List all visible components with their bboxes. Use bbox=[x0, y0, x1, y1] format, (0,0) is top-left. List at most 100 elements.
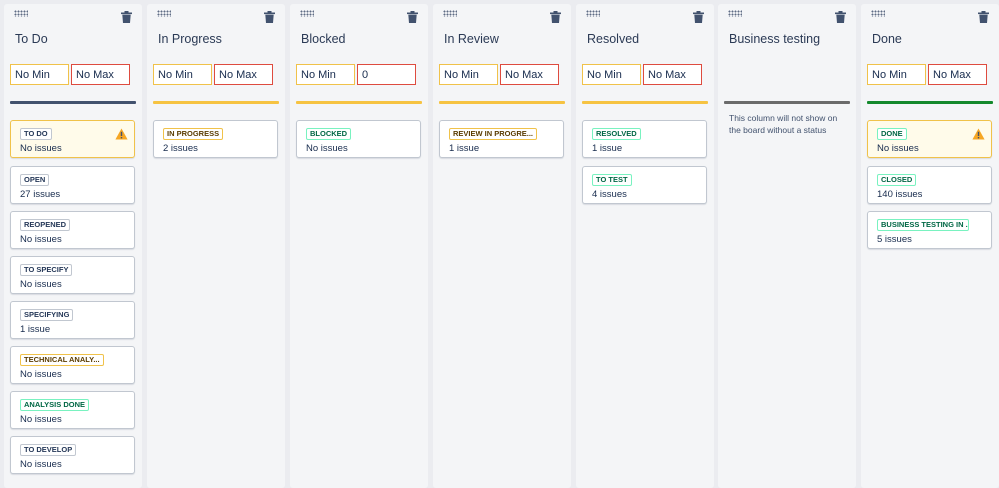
status-card[interactable]: TECHNICAL ANALY... No issues bbox=[10, 346, 135, 384]
trash-icon[interactable] bbox=[550, 11, 561, 23]
column-limits bbox=[296, 64, 422, 85]
issue-count: No issues bbox=[20, 143, 62, 154]
status-lozenge: TO SPECIFY bbox=[20, 264, 73, 276]
column-title[interactable]: Blocked bbox=[301, 32, 422, 46]
drag-handle-icon[interactable] bbox=[728, 10, 742, 17]
min-issues-input[interactable] bbox=[867, 64, 926, 85]
board-column: Blocked BLOCKED No issues bbox=[290, 4, 428, 488]
issue-count: No issues bbox=[20, 234, 62, 245]
warning-icon bbox=[972, 128, 985, 140]
issue-count: 140 issues bbox=[877, 189, 923, 200]
min-issues-input[interactable] bbox=[10, 64, 69, 85]
status-card[interactable]: IN PROGRESS 2 issues bbox=[153, 120, 278, 158]
status-lozenge: ANALYSIS DONE bbox=[20, 399, 89, 411]
status-lozenge: OPEN bbox=[20, 174, 50, 186]
status-card[interactable]: BUSINESS TESTING IN ... 5 issues bbox=[867, 211, 992, 249]
column-color-bar bbox=[582, 101, 708, 104]
status-lozenge: TECHNICAL ANALY... bbox=[20, 354, 104, 366]
trash-icon[interactable] bbox=[264, 11, 275, 23]
drag-handle-icon[interactable] bbox=[14, 10, 28, 17]
warning-icon bbox=[115, 128, 128, 140]
column-title[interactable]: To Do bbox=[15, 32, 136, 46]
column-color-bar bbox=[296, 101, 422, 104]
issue-count: No issues bbox=[877, 143, 919, 154]
max-issues-input[interactable] bbox=[500, 64, 559, 85]
column-title[interactable]: Resolved bbox=[587, 32, 708, 46]
status-card[interactable]: TO DO No issues bbox=[10, 120, 135, 158]
trash-icon[interactable] bbox=[835, 11, 846, 23]
issue-count: No issues bbox=[20, 414, 62, 425]
max-issues-input[interactable] bbox=[928, 64, 987, 85]
max-issues-input[interactable] bbox=[214, 64, 273, 85]
status-card[interactable]: CLOSED 140 issues bbox=[867, 166, 992, 204]
column-title[interactable]: In Progress bbox=[158, 32, 279, 46]
status-card[interactable]: REOPENED No issues bbox=[10, 211, 135, 249]
status-card[interactable]: TO SPECIFY No issues bbox=[10, 256, 135, 294]
status-lozenge: BLOCKED bbox=[306, 128, 352, 140]
column-limits bbox=[582, 64, 708, 85]
board-columns: To Do TO DO No issues OPEN 27 issues REOPENED… bbox=[0, 0, 999, 488]
min-issues-input[interactable] bbox=[153, 64, 212, 85]
drag-handle-icon[interactable] bbox=[586, 10, 600, 17]
column-color-bar bbox=[153, 101, 279, 104]
column-color-bar bbox=[10, 101, 136, 104]
issue-count: 1 issue bbox=[20, 324, 51, 335]
board-column: In Progress IN PROGRESS 2 issues bbox=[147, 4, 285, 488]
status-lozenge: CLOSED bbox=[877, 174, 917, 186]
min-issues-input[interactable] bbox=[582, 64, 641, 85]
issue-count: No issues bbox=[20, 279, 62, 290]
column-header bbox=[861, 4, 999, 28]
column-limits bbox=[867, 64, 993, 85]
column-header bbox=[4, 4, 142, 28]
column-header bbox=[290, 4, 428, 28]
column-note: This column will not show on the board w… bbox=[729, 113, 838, 135]
drag-handle-icon[interactable] bbox=[443, 10, 457, 17]
column-header bbox=[147, 4, 285, 28]
drag-handle-icon[interactable] bbox=[300, 10, 314, 17]
min-issues-input[interactable] bbox=[296, 64, 355, 85]
column-limits bbox=[10, 64, 136, 85]
status-card[interactable]: SPECIFYING 1 issue bbox=[10, 301, 135, 339]
max-issues-input[interactable] bbox=[71, 64, 130, 85]
column-title[interactable]: Done bbox=[872, 32, 993, 46]
status-card[interactable]: ANALYSIS DONE No issues bbox=[10, 391, 135, 429]
trash-icon[interactable] bbox=[121, 11, 132, 23]
trash-icon[interactable] bbox=[693, 11, 704, 23]
issue-count: 4 issues bbox=[592, 189, 627, 200]
column-header bbox=[718, 4, 856, 28]
status-card[interactable]: TO TEST 4 issues bbox=[582, 166, 707, 204]
status-lozenge: TO DEVELOP bbox=[20, 444, 77, 456]
trash-icon[interactable] bbox=[407, 11, 418, 23]
drag-handle-icon[interactable] bbox=[871, 10, 885, 17]
board-column: Resolved RESOLVED 1 issue TO TEST 4 issues bbox=[576, 4, 714, 488]
status-lozenge: TO TEST bbox=[592, 174, 632, 186]
max-issues-input[interactable] bbox=[357, 64, 416, 85]
max-issues-input[interactable] bbox=[643, 64, 702, 85]
column-header bbox=[576, 4, 714, 28]
trash-icon[interactable] bbox=[978, 11, 989, 23]
issue-count: 1 issue bbox=[449, 143, 480, 154]
status-card[interactable]: REVIEW IN PROGRE... 1 issue bbox=[439, 120, 564, 158]
status-card[interactable]: RESOLVED 1 issue bbox=[582, 120, 707, 158]
status-card[interactable]: TO DEVELOP No issues bbox=[10, 436, 135, 474]
status-card[interactable]: OPEN 27 issues bbox=[10, 166, 135, 204]
board-column: To Do TO DO No issues OPEN 27 issues REOPENED… bbox=[4, 4, 142, 488]
status-card[interactable]: BLOCKED No issues bbox=[296, 120, 421, 158]
status-card[interactable]: DONE No issues bbox=[867, 120, 992, 158]
status-lozenge: RESOLVED bbox=[592, 128, 641, 140]
status-lozenge: BUSINESS TESTING IN ... bbox=[877, 219, 969, 231]
column-header bbox=[433, 4, 571, 28]
status-lozenge: TO DO bbox=[20, 128, 52, 140]
board-column: In Review REVIEW IN PROGRE... 1 issue bbox=[433, 4, 571, 488]
issue-count: 2 issues bbox=[163, 143, 198, 154]
column-title[interactable]: In Review bbox=[444, 32, 565, 46]
issue-count: No issues bbox=[20, 369, 62, 380]
status-lozenge: REOPENED bbox=[20, 219, 71, 231]
issue-count: 27 issues bbox=[20, 189, 61, 200]
min-issues-input[interactable] bbox=[439, 64, 498, 85]
column-title[interactable]: Business testing bbox=[729, 32, 850, 46]
status-lozenge: REVIEW IN PROGRE... bbox=[449, 128, 538, 140]
issue-count: No issues bbox=[306, 143, 348, 154]
issue-count: No issues bbox=[20, 459, 62, 470]
drag-handle-icon[interactable] bbox=[157, 10, 171, 17]
